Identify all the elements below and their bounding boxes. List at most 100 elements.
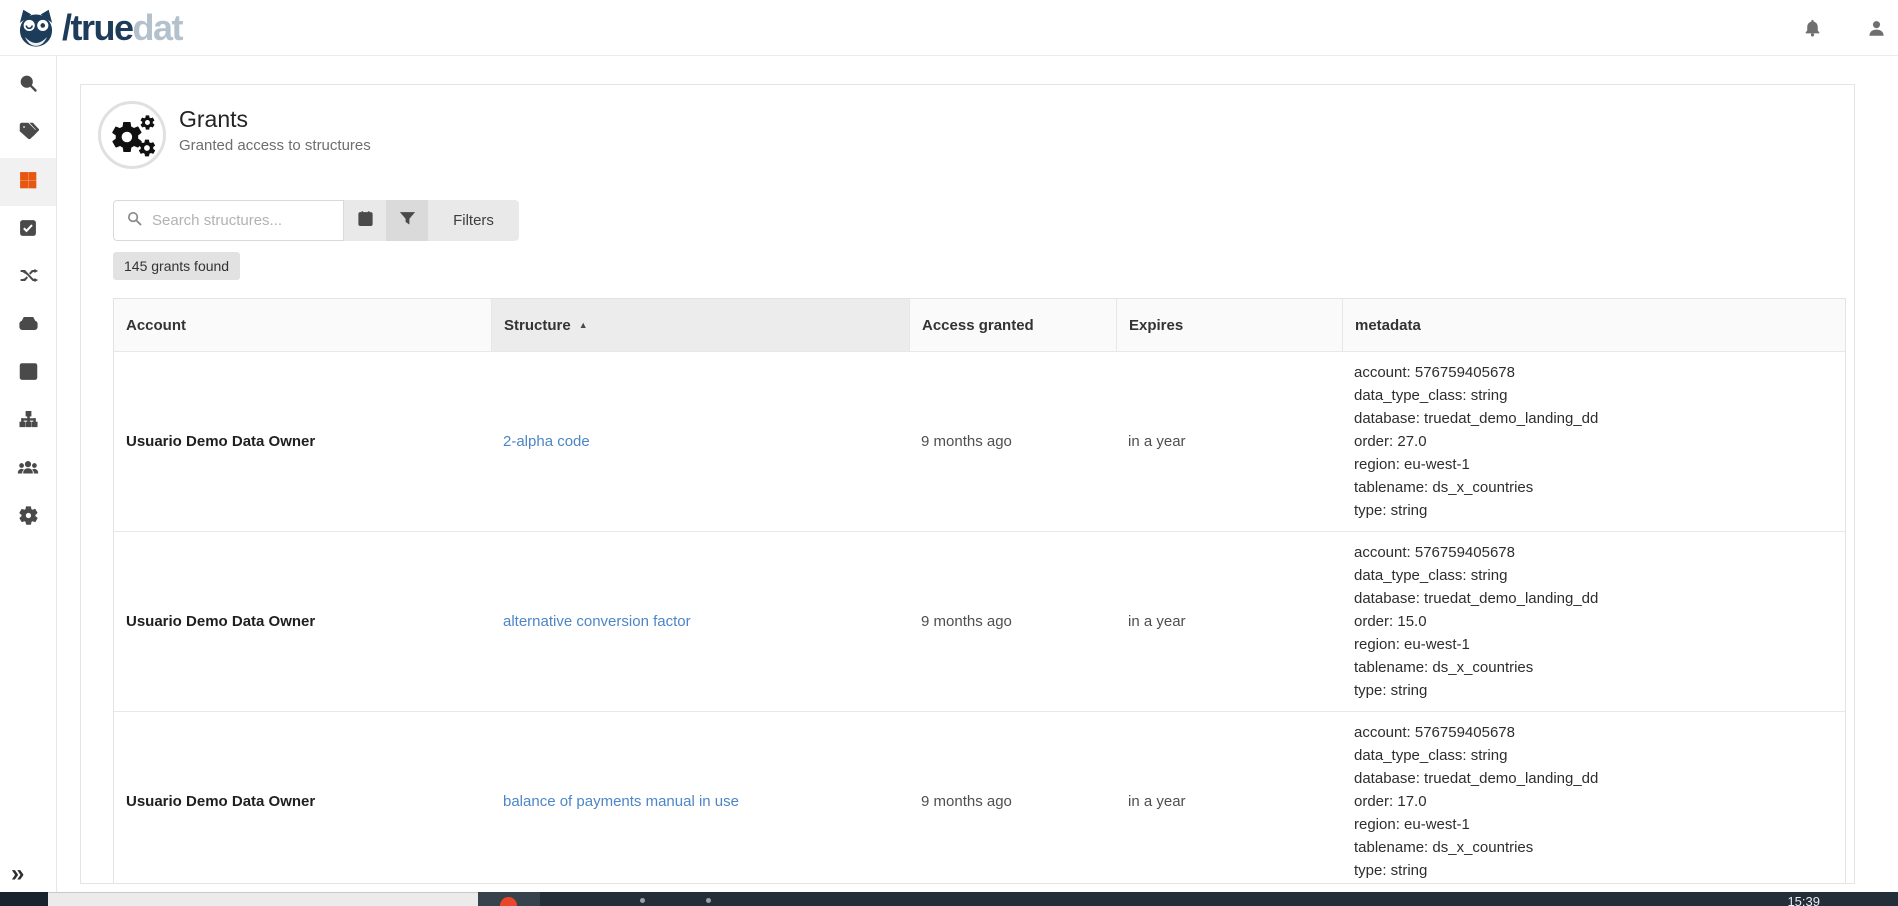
cell-account: Usuario Demo Data Owner: [114, 712, 491, 884]
metadata-line: data_type_class: string: [1354, 564, 1507, 587]
metadata-line: database: truedat_demo_landing_dd: [1354, 767, 1598, 790]
cell-metadata: account: 576759405678 data_type_class: s…: [1342, 712, 1845, 884]
table-row: Usuario Demo Data Owner 2-alpha code 9 m…: [114, 351, 1845, 531]
cell-structure: alternative conversion factor: [491, 532, 909, 711]
sidebar-item-tags[interactable]: [0, 110, 56, 158]
cell-access-granted: 9 months ago: [909, 712, 1116, 884]
column-header-label: Access granted: [922, 317, 1034, 334]
search-box: [113, 200, 344, 241]
column-header-account[interactable]: Account: [114, 299, 491, 351]
metadata-line: tablename: ds_x_countries: [1354, 836, 1533, 859]
taskbar-left-block[interactable]: [0, 892, 48, 906]
taskbar-clock: 15:39: [1787, 894, 1820, 906]
column-header-access-granted[interactable]: Access granted: [909, 299, 1116, 351]
cell-structure: balance of payments manual in use: [491, 712, 909, 884]
browser-app-icon: [500, 897, 517, 906]
page-subtitle: Granted access to structures: [179, 137, 371, 154]
column-header-metadata[interactable]: metadata: [1342, 299, 1845, 351]
metadata-line: order: 27.0: [1354, 430, 1427, 453]
metadata-line: region: eu-west-1: [1354, 633, 1470, 656]
gear-icon: [18, 505, 39, 531]
check-square-icon: [18, 218, 38, 243]
sidebar-item-dashboards[interactable]: [0, 350, 56, 398]
search-input[interactable]: [152, 212, 327, 229]
metadata-line: region: eu-west-1: [1354, 813, 1470, 836]
metadata-line: data_type_class: string: [1354, 744, 1507, 767]
search-toolbar: Filters: [113, 200, 519, 241]
cell-expires: in a year: [1116, 352, 1342, 531]
sidebar-item-taxonomy[interactable]: [0, 398, 56, 446]
sidebar-item-quality[interactable]: [0, 206, 56, 254]
funnel-icon: [398, 209, 417, 233]
taskbar-app-tile[interactable]: [478, 892, 540, 906]
filter-funnel-button[interactable]: [386, 200, 428, 241]
search-icon: [126, 210, 143, 232]
bell-icon[interactable]: [1801, 17, 1824, 40]
taskbar-dot-icon: [706, 898, 711, 903]
metadata-line: database: truedat_demo_landing_dd: [1354, 587, 1598, 610]
sitemap-icon: [18, 409, 39, 435]
user-icon[interactable]: [1865, 17, 1888, 40]
metadata-line: tablename: ds_x_countries: [1354, 476, 1533, 499]
metadata-line: order: 15.0: [1354, 610, 1427, 633]
metadata-line: tablename: ds_x_countries: [1354, 656, 1533, 679]
cell-metadata: account: 576759405678 data_type_class: s…: [1342, 532, 1845, 711]
sidebar-item-lineage[interactable]: [0, 254, 56, 302]
cell-account: Usuario Demo Data Owner: [114, 532, 491, 711]
cell-structure: 2-alpha code: [491, 352, 909, 531]
cell-access-granted: 9 months ago: [909, 532, 1116, 711]
cell-access-granted: 9 months ago: [909, 352, 1116, 531]
drive-icon: [18, 313, 39, 339]
cell-expires: in a year: [1116, 712, 1342, 884]
taskbar-dot-icon: [640, 898, 645, 903]
wordmark-primary: /true: [62, 7, 133, 48]
os-taskbar: 15:39: [0, 892, 1898, 906]
cell-expires: in a year: [1116, 532, 1342, 711]
metadata-line: order: 17.0: [1354, 790, 1427, 813]
sort-asc-icon: ▲: [579, 320, 588, 330]
wordmark: /truedat: [62, 7, 182, 49]
grid-icon: [18, 170, 38, 195]
structure-link[interactable]: 2-alpha code: [503, 433, 590, 450]
users-icon: [17, 457, 39, 484]
sidebar-item-structures[interactable]: [0, 158, 56, 206]
metadata-line: account: 576759405678: [1354, 361, 1515, 384]
calendar-icon: [356, 209, 375, 233]
metadata-line: region: eu-west-1: [1354, 453, 1470, 476]
metadata-line: account: 576759405678: [1354, 541, 1515, 564]
date-filter-button[interactable]: [344, 200, 386, 241]
structure-link[interactable]: balance of payments manual in use: [503, 793, 739, 810]
cell-metadata: account: 576759405678 data_type_class: s…: [1342, 352, 1845, 531]
sidebar-collapse-button[interactable]: »: [11, 862, 24, 886]
wordmark-secondary: dat: [133, 7, 183, 48]
metadata-line: data_type_class: string: [1354, 384, 1507, 407]
sidebar-item-permissions[interactable]: [0, 446, 56, 494]
column-header-structure[interactable]: Structure ▲: [491, 299, 909, 351]
taskbar-window-strip[interactable]: [48, 892, 478, 906]
page-title: Grants: [179, 106, 371, 133]
sidebar-item-systems[interactable]: [0, 302, 56, 350]
cell-account: Usuario Demo Data Owner: [114, 352, 491, 531]
filters-button[interactable]: Filters: [428, 200, 519, 241]
structure-link[interactable]: alternative conversion factor: [503, 613, 691, 630]
grants-table: Account Structure ▲ Access granted Expir…: [113, 298, 1846, 884]
metadata-line: type: string: [1354, 499, 1427, 522]
chart-line-icon: [18, 361, 39, 387]
page-header: Grants Granted access to structures: [179, 106, 371, 154]
grants-header-badge: [98, 101, 166, 169]
truedat-logo[interactable]: /truedat: [14, 7, 182, 49]
sidebar-navigation: »: [0, 56, 57, 892]
sidebar-item-search[interactable]: [0, 62, 56, 110]
column-header-expires[interactable]: Expires: [1116, 299, 1342, 351]
owl-logo-icon: [14, 7, 58, 49]
top-navigation-bar: /truedat: [0, 0, 1898, 56]
filters-button-label: Filters: [453, 212, 494, 229]
column-header-label: metadata: [1355, 317, 1421, 334]
sidebar-item-settings[interactable]: [0, 494, 56, 542]
grants-content-card: Grants Granted access to structures: [80, 84, 1855, 884]
column-header-label: Expires: [1129, 317, 1183, 334]
metadata-line: database: truedat_demo_landing_dd: [1354, 407, 1598, 430]
shuffle-icon: [18, 265, 39, 291]
metadata-line: type: string: [1354, 679, 1427, 702]
results-count-badge: 145 grants found: [113, 252, 240, 280]
